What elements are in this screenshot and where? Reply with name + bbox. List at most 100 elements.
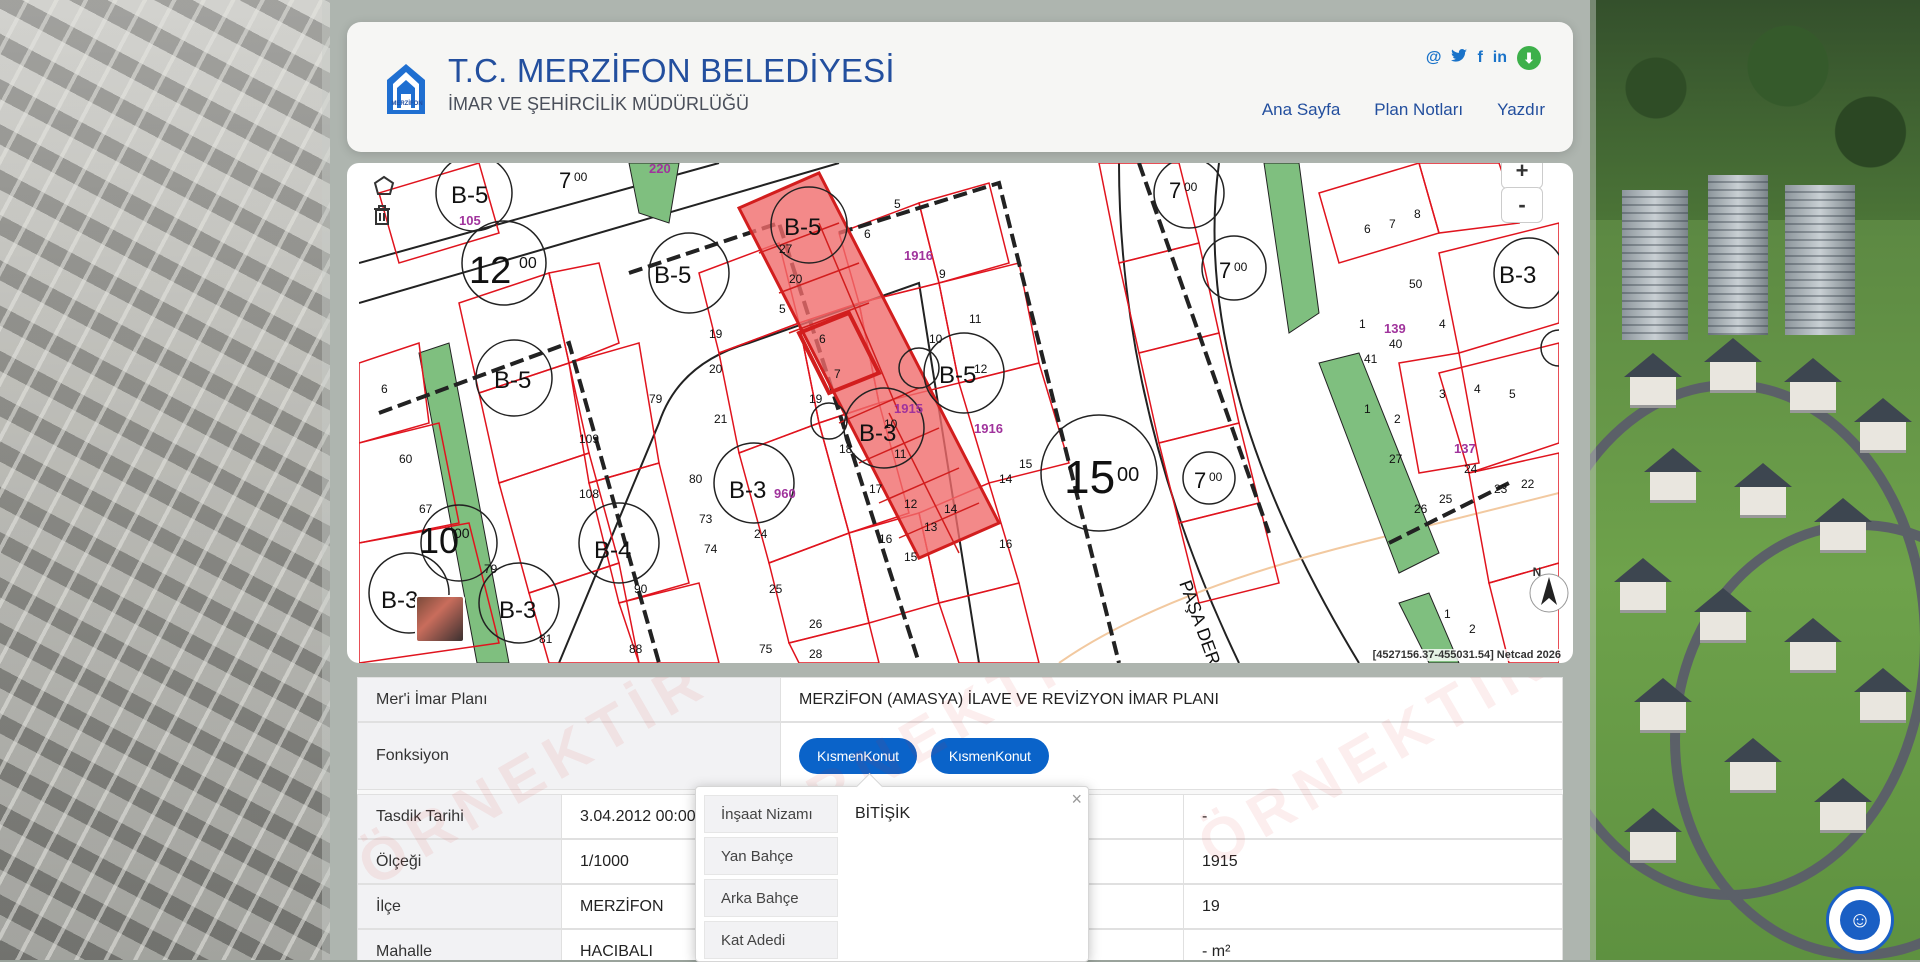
svg-text:20: 20 xyxy=(709,362,723,376)
svg-text:14: 14 xyxy=(999,472,1013,486)
municipality-logo-icon[interactable] xyxy=(383,60,429,116)
svg-text:8: 8 xyxy=(1414,207,1421,221)
svg-text:7: 7 xyxy=(834,367,841,381)
plan-label: Mer'i İmar Planı xyxy=(358,678,781,721)
svg-text:14: 14 xyxy=(944,502,958,516)
email-icon[interactable]: @ xyxy=(1426,47,1442,69)
svg-text:17: 17 xyxy=(869,482,883,496)
polygon-icon[interactable] xyxy=(361,175,395,203)
svg-text:1916: 1916 xyxy=(974,421,1003,436)
svg-text:1: 1 xyxy=(1444,607,1451,621)
svg-text:B-3: B-3 xyxy=(381,587,418,614)
popup-value: BİTİŞİK xyxy=(855,805,911,822)
table-row: Fonksiyon KısmenKonut KısmenKonut xyxy=(357,722,1563,790)
popup-label: İnşaat Nizamı xyxy=(704,795,838,833)
zoom-in-button[interactable]: + xyxy=(1501,163,1543,189)
logo-text: MERZİFON xyxy=(391,101,423,107)
svg-text:21: 21 xyxy=(714,412,728,426)
plan-value: MERZİFON (AMASYA) İLAVE VE REVİZYON İMAR… xyxy=(799,690,1219,708)
svg-text:90: 90 xyxy=(634,582,648,596)
svg-text:16: 16 xyxy=(879,532,893,546)
svg-text:00: 00 xyxy=(1184,180,1198,194)
svg-text:41: 41 xyxy=(1364,352,1378,366)
svg-text:4: 4 xyxy=(1439,317,1446,331)
basemap-switch-thumbnail[interactable] xyxy=(415,595,465,643)
svg-text:22: 22 xyxy=(1521,477,1535,491)
chat-assistant-button[interactable]: ☺ xyxy=(1826,886,1894,954)
svg-text:25: 25 xyxy=(769,582,783,596)
svg-text:79: 79 xyxy=(649,392,663,406)
twitter-icon[interactable] xyxy=(1451,47,1468,69)
close-icon[interactable]: × xyxy=(1071,789,1082,810)
district-label: İlçe xyxy=(358,885,562,928)
background-village-right xyxy=(1590,0,1920,960)
svg-text:B-5: B-5 xyxy=(939,362,976,389)
function-pill[interactable]: KısmenKonut xyxy=(930,738,1049,774)
trash-icon[interactable] xyxy=(361,205,390,233)
svg-text:00: 00 xyxy=(1117,464,1139,486)
svg-text:15: 15 xyxy=(904,550,918,564)
scale-label: Ölçeği xyxy=(358,840,562,883)
svg-text:5: 5 xyxy=(1509,387,1516,401)
scale-value: 1/1000 xyxy=(580,852,629,870)
neighborhood-value: HACIBALI xyxy=(580,942,653,960)
approval-date-label: Tasdik Tarihi xyxy=(358,795,562,838)
nav-home[interactable]: Ana Sayfa xyxy=(1262,100,1340,120)
nav-print[interactable]: Yazdır xyxy=(1497,100,1545,120)
svg-text:7: 7 xyxy=(1219,258,1231,283)
popup-label: Arka Bahçe xyxy=(704,879,838,917)
north-arrow-icon: N xyxy=(1517,565,1569,625)
nav-plan-notes[interactable]: Plan Notları xyxy=(1374,100,1463,120)
svg-text:1916: 1916 xyxy=(904,248,933,263)
map-label-zone: B-5 xyxy=(451,182,488,209)
chat-bot-icon: ☺ xyxy=(1840,900,1880,940)
svg-text:25: 25 xyxy=(1439,492,1453,506)
svg-text:7: 7 xyxy=(1389,217,1396,231)
svg-text:1915: 1915 xyxy=(894,401,923,416)
svg-text:9: 9 xyxy=(939,267,946,281)
page-subtitle: İMAR VE ŞEHİRCİLİK MÜDÜRLÜĞÜ xyxy=(448,94,750,114)
neighborhood-label: Mahalle xyxy=(358,930,562,960)
popup-label: Yan Bahçe xyxy=(704,837,838,875)
zoom-out-button[interactable]: - xyxy=(1501,187,1543,223)
svg-text:80: 80 xyxy=(689,472,703,486)
svg-text:960: 960 xyxy=(774,486,796,501)
svg-text:24: 24 xyxy=(754,527,768,541)
svg-text:6: 6 xyxy=(864,227,871,241)
svg-text:3: 3 xyxy=(1439,387,1446,401)
approval-date-value: 3.04.2012 00:00 xyxy=(580,807,696,825)
page-title: T.C. MERZİFON BELEDİYESİ xyxy=(448,52,895,89)
svg-text:79: 79 xyxy=(484,562,498,576)
svg-text:12: 12 xyxy=(904,497,918,511)
svg-text:109: 109 xyxy=(579,432,599,446)
map-canvas[interactable]: B-5 12 00 B-5 B-5 B-5 B-5 B-3 B-3 B-4 B-… xyxy=(359,163,1559,663)
svg-text:18: 18 xyxy=(839,442,853,456)
svg-text:00: 00 xyxy=(519,255,537,272)
svg-text:108: 108 xyxy=(579,487,599,501)
svg-text:27: 27 xyxy=(779,242,793,256)
right-value: - m² xyxy=(1183,930,1230,960)
download-icon[interactable]: ⬇ xyxy=(1517,46,1541,70)
map-coordinates: [4527156.37-455031.54] Netcad 2026 xyxy=(1370,649,1563,661)
function-pill[interactable]: KısmenKonut xyxy=(799,738,917,774)
svg-text:B-5: B-5 xyxy=(784,214,821,241)
svg-text:15: 15 xyxy=(1064,451,1115,503)
svg-text:2: 2 xyxy=(1394,412,1401,426)
linkedin-icon[interactable]: in xyxy=(1493,47,1507,69)
svg-text:26: 26 xyxy=(1414,502,1428,516)
svg-text:16: 16 xyxy=(999,537,1013,551)
svg-text:5: 5 xyxy=(894,197,901,211)
facebook-icon[interactable]: f xyxy=(1477,47,1482,69)
svg-text:13: 13 xyxy=(924,520,938,534)
svg-text:11: 11 xyxy=(894,447,907,461)
svg-text:26: 26 xyxy=(809,617,823,631)
svg-text:11: 11 xyxy=(969,312,982,326)
svg-text:40: 40 xyxy=(1389,337,1403,351)
svg-text:10: 10 xyxy=(884,417,898,431)
zoning-map[interactable]: B-5 12 00 B-5 B-5 B-5 B-5 B-3 B-3 B-4 B-… xyxy=(347,163,1573,663)
district-value: MERZİFON xyxy=(580,897,664,915)
svg-text:28: 28 xyxy=(809,647,823,661)
svg-text:88: 88 xyxy=(629,642,643,656)
background-city-left xyxy=(0,0,330,960)
svg-text:20: 20 xyxy=(789,272,803,286)
